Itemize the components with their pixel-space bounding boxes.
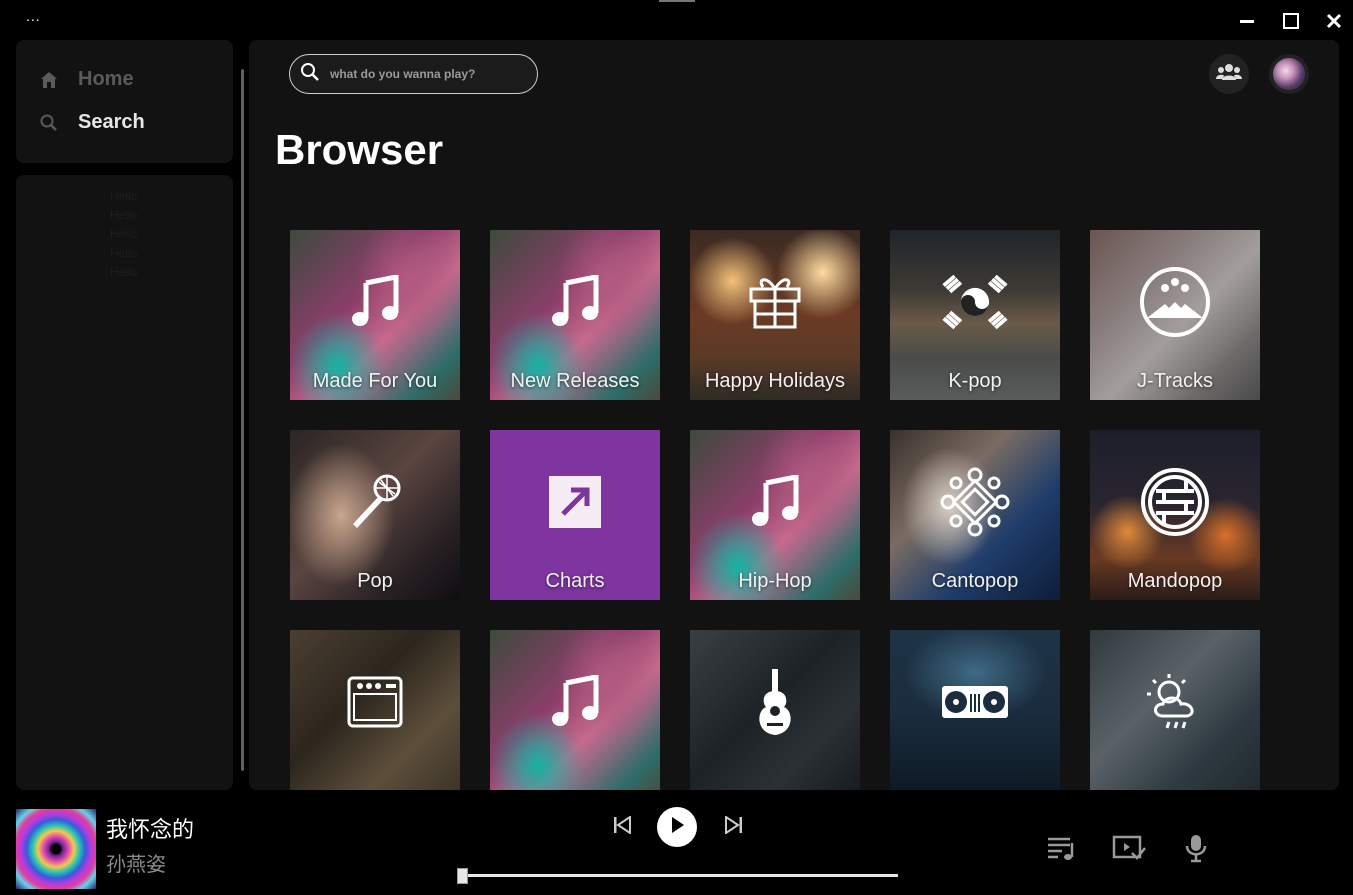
tile-label: J-Tracks bbox=[1137, 370, 1213, 392]
close-icon[interactable] bbox=[1320, 8, 1348, 34]
home-icon bbox=[38, 69, 60, 91]
category-tile-new-releases[interactable]: New Releases bbox=[490, 230, 660, 400]
category-tile-music[interactable] bbox=[490, 630, 660, 790]
category-tile-charts[interactable]: Charts bbox=[490, 430, 660, 600]
mount-fuji-icon bbox=[1139, 266, 1211, 338]
sidebar-item-label: Search bbox=[78, 111, 145, 133]
category-tile-made-for-you[interactable]: Made For You bbox=[290, 230, 460, 400]
category-tile-weather[interactable] bbox=[1090, 630, 1260, 790]
category-tile-amplifier[interactable] bbox=[290, 630, 460, 790]
trending-arrow-icon bbox=[539, 466, 611, 538]
queue-button[interactable] bbox=[1044, 832, 1080, 868]
microphone-icon bbox=[1184, 833, 1208, 868]
avatar[interactable] bbox=[1269, 54, 1309, 94]
avatar-image bbox=[1273, 58, 1305, 90]
library-panel: Hello Hello Hello Hello Hello bbox=[16, 175, 233, 790]
category-tile-k-pop[interactable]: K-pop bbox=[890, 230, 1060, 400]
drag-handle[interactable] bbox=[659, 0, 695, 2]
tile-label: Charts bbox=[545, 570, 605, 592]
tile-label: K-pop bbox=[948, 370, 1002, 392]
tile-label: Made For You bbox=[312, 370, 438, 392]
sidebar-item-home[interactable]: Home bbox=[38, 68, 134, 91]
tile-label: Cantopop bbox=[931, 570, 1019, 592]
app-menu-button[interactable]: ... bbox=[26, 8, 41, 24]
tile-label: Hip-Hop bbox=[738, 570, 812, 592]
weather-icon bbox=[1139, 666, 1211, 738]
connect-devices-icon bbox=[1112, 835, 1146, 866]
search-input[interactable] bbox=[330, 67, 530, 81]
minimize-icon[interactable] bbox=[1233, 8, 1261, 34]
microphone-icon bbox=[339, 466, 411, 538]
friends-button[interactable] bbox=[1209, 54, 1249, 94]
sidebar-nav: Home Search bbox=[16, 40, 233, 163]
previous-button[interactable] bbox=[610, 814, 634, 839]
queue-icon bbox=[1046, 835, 1078, 866]
turntable-icon bbox=[939, 666, 1011, 738]
search-box[interactable] bbox=[289, 54, 538, 94]
category-tile-guitar[interactable] bbox=[690, 630, 860, 790]
chinese-shou-symbol-icon bbox=[1139, 466, 1211, 538]
sidebar-item-label: Home bbox=[78, 68, 134, 90]
list-item[interactable]: Hello bbox=[110, 187, 137, 206]
track-artist[interactable]: 孙燕姿 bbox=[106, 848, 166, 877]
page-title: Browser bbox=[275, 126, 444, 173]
play-button[interactable] bbox=[657, 807, 697, 847]
lyrics-mic-button[interactable] bbox=[1178, 832, 1214, 868]
tile-label: Mandopop bbox=[1127, 570, 1223, 592]
search-icon bbox=[38, 112, 60, 134]
endless-knot-icon bbox=[939, 466, 1011, 538]
tile-label: Pop bbox=[357, 570, 393, 592]
category-tile-turntable[interactable] bbox=[890, 630, 1060, 790]
library-list: Hello Hello Hello Hello Hello bbox=[110, 187, 137, 282]
next-icon bbox=[724, 814, 744, 839]
devices-button[interactable] bbox=[1111, 832, 1147, 868]
play-icon bbox=[669, 816, 685, 839]
seek-bar[interactable] bbox=[457, 868, 898, 884]
search-icon bbox=[300, 62, 320, 87]
list-item[interactable]: Hello bbox=[110, 263, 137, 282]
previous-icon bbox=[612, 814, 632, 839]
main-panel: Browser Made For You New Releases Happy … bbox=[249, 40, 1339, 790]
tile-label: Happy Holidays bbox=[704, 370, 846, 392]
music-note-icon bbox=[739, 466, 811, 538]
category-tile-hip-hop[interactable]: Hip-Hop bbox=[690, 430, 860, 600]
list-item[interactable]: Hello bbox=[110, 244, 137, 263]
guitar-icon bbox=[739, 666, 811, 738]
sidebar-scrollbar[interactable] bbox=[241, 69, 244, 771]
maximize-icon[interactable] bbox=[1277, 8, 1305, 34]
next-button[interactable] bbox=[722, 814, 746, 839]
gift-icon bbox=[739, 266, 811, 338]
music-note-icon bbox=[339, 266, 411, 338]
list-item[interactable]: Hello bbox=[110, 206, 137, 225]
amplifier-icon bbox=[339, 666, 411, 738]
music-note-icon bbox=[539, 266, 611, 338]
list-item[interactable]: Hello bbox=[110, 225, 137, 244]
category-tile-mandopop[interactable]: Mandopop bbox=[1090, 430, 1260, 600]
category-tile-j-tracks[interactable]: J-Tracks bbox=[1090, 230, 1260, 400]
category-tile-happy-holidays[interactable]: Happy Holidays bbox=[690, 230, 860, 400]
seek-thumb[interactable] bbox=[457, 868, 468, 884]
track-title[interactable]: 我怀念的 bbox=[106, 812, 194, 844]
category-tile-pop[interactable]: Pop bbox=[290, 430, 460, 600]
seek-track bbox=[457, 874, 898, 877]
album-cover[interactable] bbox=[16, 809, 96, 889]
category-tile-cantopop[interactable]: Cantopop bbox=[890, 430, 1060, 600]
friends-icon bbox=[1216, 62, 1242, 87]
title-bar: ... bbox=[0, 0, 1353, 40]
taegeuk-flag-icon bbox=[939, 266, 1011, 338]
music-note-icon bbox=[539, 666, 611, 738]
sidebar-item-search[interactable]: Search bbox=[38, 111, 145, 134]
tile-label: New Releases bbox=[510, 370, 640, 392]
